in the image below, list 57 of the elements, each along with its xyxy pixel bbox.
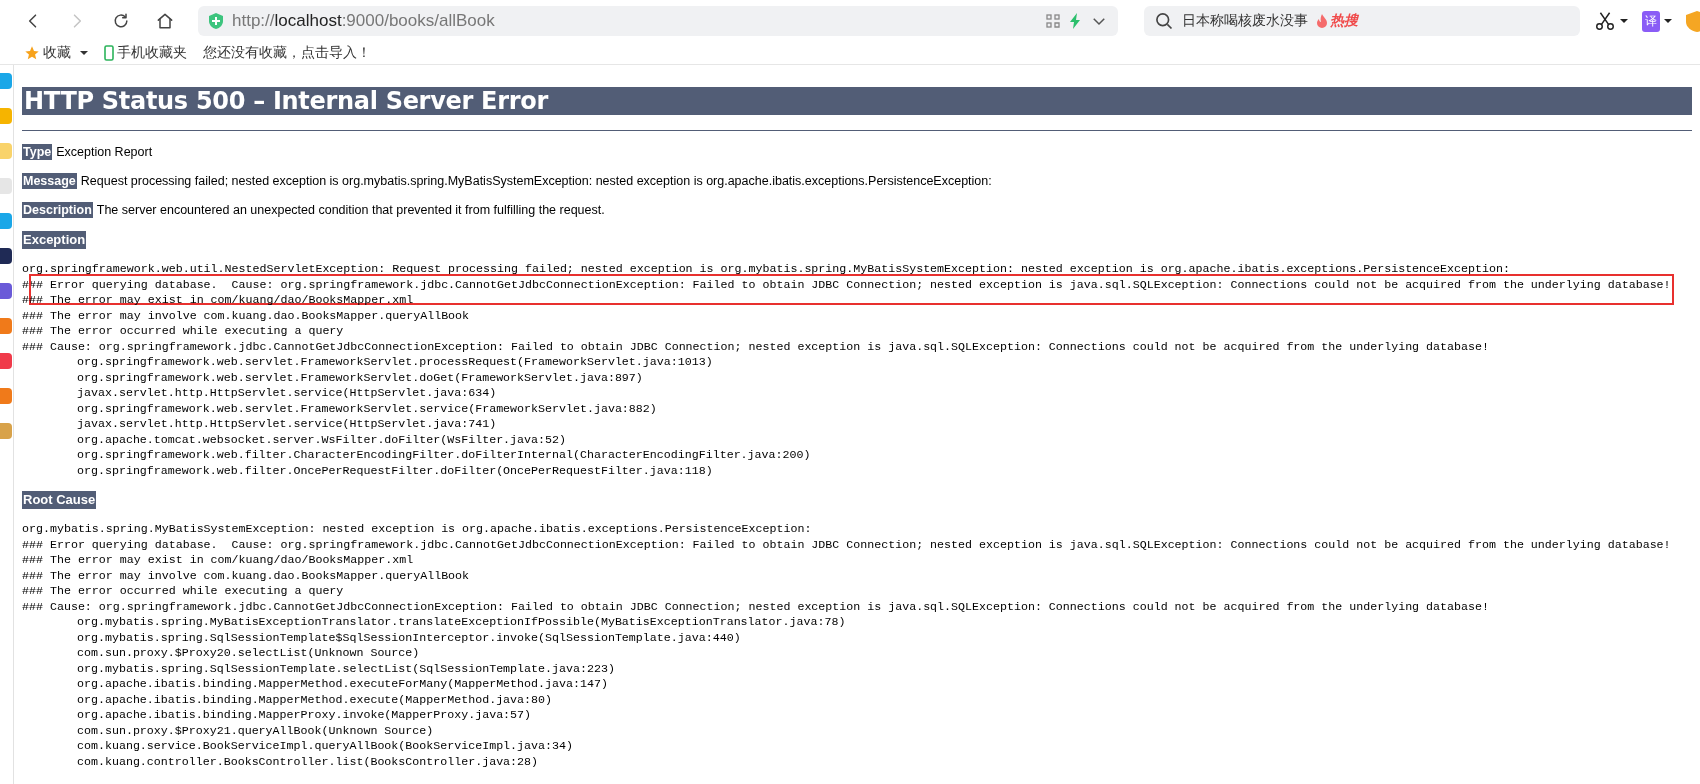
stack-frame: com.kuang.controller.BooksController.list(BooksController.java:28) <box>22 753 539 769</box>
stack-frame: org.springframework.web.filter.CharacterEncodingFilter.doFilterInternal(CharacterEncodingFilter.java:200) <box>22 447 811 463</box>
stack-frame: org.apache.ibatis.binding.MapperMethod.executeForMany(MapperMethod.java:147) <box>22 676 608 692</box>
stack-frame: org.springframework.web.servlet.FrameworkServlet.doGet(FrameworkServlet.java:897) <box>22 369 643 385</box>
trace-line: org.mybatis.spring.MyBatisSystemException: nested exception is org.apache.ibatis.exceptions.PersistenceException: <box>22 521 812 537</box>
trace-line: ### Cause: org.springframework.jdbc.CannotGetJdbcConnectionException: Failed to obtain JDBC Connection; nested exception is java.sql.SQLException: Connections could not be acquired from the underlying database! <box>22 338 1489 354</box>
trace-line: ### Cause: org.springframework.jdbc.CannotGetJdbcConnectionException: Failed to obtain JDBC Connection; nested exception is java.sql.SQLException: Connections could not be acquired from the underlying database! <box>22 598 1489 614</box>
app-icon[interactable] <box>0 283 12 299</box>
grid-icon[interactable] <box>1046 14 1060 28</box>
trace-line: ### Error querying database. Cause: org.springframework.jdbc.CannotGetJdbcConnectionException: Failed to obtain JDBC Connection; nested exception is java.sql.SQLException: Connections could not be acquired from the underlying database! <box>22 536 1671 552</box>
page-title: HTTP Status 500 – Internal Server Error <box>22 87 1692 115</box>
bookmark-item[interactable]: 手机收藏夹 <box>104 44 187 62</box>
stack-frame: org.mybatis.spring.SqlSessionTemplate$SqlSessionInterceptor.invoke(SqlSessionTemplate.java:440) <box>22 629 741 645</box>
caret-icon <box>1620 18 1628 24</box>
hot-search-badge: 热搜 <box>1316 12 1358 30</box>
info-line: Message Request processing failed; nested exception is org.mybatis.spring.MyBatisSystemException: nested exception is org.apache.ibatis.exceptions.PersistenceException: <box>22 172 993 190</box>
trace-line: ### The error may exist in com/kuang/dao/BooksMapper.xml <box>22 552 414 568</box>
lightning-icon[interactable] <box>1068 12 1082 30</box>
info-line: Description The server encountered an unexpected condition that prevented it from fulfilling the request. <box>22 201 606 219</box>
stack-frame: org.springframework.web.servlet.FrameworkServlet.processRequest(FrameworkServlet.java:1013) <box>22 354 713 370</box>
phone-icon <box>104 45 114 61</box>
bookmark-hint[interactable]: 您还没有收藏，点击导入！ <box>203 44 371 62</box>
scissors-icon <box>1594 10 1616 32</box>
caret-icon <box>80 50 88 56</box>
stack-frame: com.kuang.service.BookServiceImpl.queryAllBook(BookServiceImpl.java:34) <box>22 738 573 754</box>
address-bar[interactable]: http://localhost:9000/books/allBook <box>198 6 1118 36</box>
info-line: Type Exception Report <box>22 143 154 161</box>
home-icon <box>155 11 175 31</box>
trace-line: ### The error occurred while executing a query <box>22 583 344 599</box>
search-field[interactable]: 日本称喝核废水没事 热搜 <box>1144 6 1580 36</box>
star-icon <box>24 45 40 61</box>
shield-plus-icon <box>208 12 224 30</box>
stack-frame: org.apache.tomcat.websocket.server.WsFilter.doFilter(WsFilter.java:52) <box>22 431 566 447</box>
search-icon <box>1154 11 1174 31</box>
search-text: 日本称喝核废水没事 <box>1182 12 1308 30</box>
stack-frame: org.apache.ibatis.binding.MapperProxy.invoke(MapperProxy.java:57) <box>22 707 532 723</box>
stack-frame: javax.servlet.http.HttpServlet.service(HttpServlet.java:634) <box>22 385 497 401</box>
stack-frame: org.mybatis.spring.MyBatisExceptionTranslator.translateExceptionIfPossible(MyBatisExceptionTranslator.java:78) <box>22 614 846 630</box>
stack-frame: org.apache.ibatis.binding.MapperMethod.execute(MapperMethod.java:80) <box>22 691 552 707</box>
section-heading: Root Cause <box>22 491 97 509</box>
section-heading: Exception <box>22 231 87 249</box>
app-icon[interactable] <box>0 248 12 264</box>
stack-frame: com.sun.proxy.$Proxy20.selectList(Unknown Source) <box>22 645 420 661</box>
caret-icon <box>1664 18 1672 24</box>
scissors-button[interactable] <box>1594 10 1628 32</box>
stack-frame: com.sun.proxy.$Proxy21.queryAllBook(Unknown Source) <box>22 722 434 738</box>
trace-line: ### The error may involve com.kuang.dao.BooksMapper.queryAllBook <box>22 567 470 583</box>
stack-frame: javax.servlet.http.HttpServlet.service(HttpServlet.java:741) <box>22 416 497 432</box>
trace-line: ### The error occurred while executing a query <box>22 323 344 339</box>
trace-line: ### The error may involve com.kuang.dao.BooksMapper.queryAllBook <box>22 307 470 323</box>
stack-frame: org.mybatis.spring.SqlSessionTemplate.selectList(SqlSessionTemplate.java:223) <box>22 660 615 676</box>
shield-icon[interactable] <box>1686 10 1700 32</box>
stack-frame: org.springframework.web.filter.OncePerRequestFilter.doFilter(OncePerRequestFilter.java:118) <box>22 462 713 478</box>
url-text: http://localhost:9000/books/allBook <box>232 11 496 31</box>
stack-frame: org.springframework.web.servlet.FrameworkServlet.service(FrameworkServlet.java:882) <box>22 400 657 416</box>
trace-line: org.springframework.web.util.NestedServletException: Request processing failed; nested exception is org.mybatis.spring.MyBatisSystemException: nested exception is org.apache.ibatis.exceptions.PersistenceException: <box>22 261 1510 277</box>
bookmark-item[interactable]: 收藏 <box>24 44 88 62</box>
